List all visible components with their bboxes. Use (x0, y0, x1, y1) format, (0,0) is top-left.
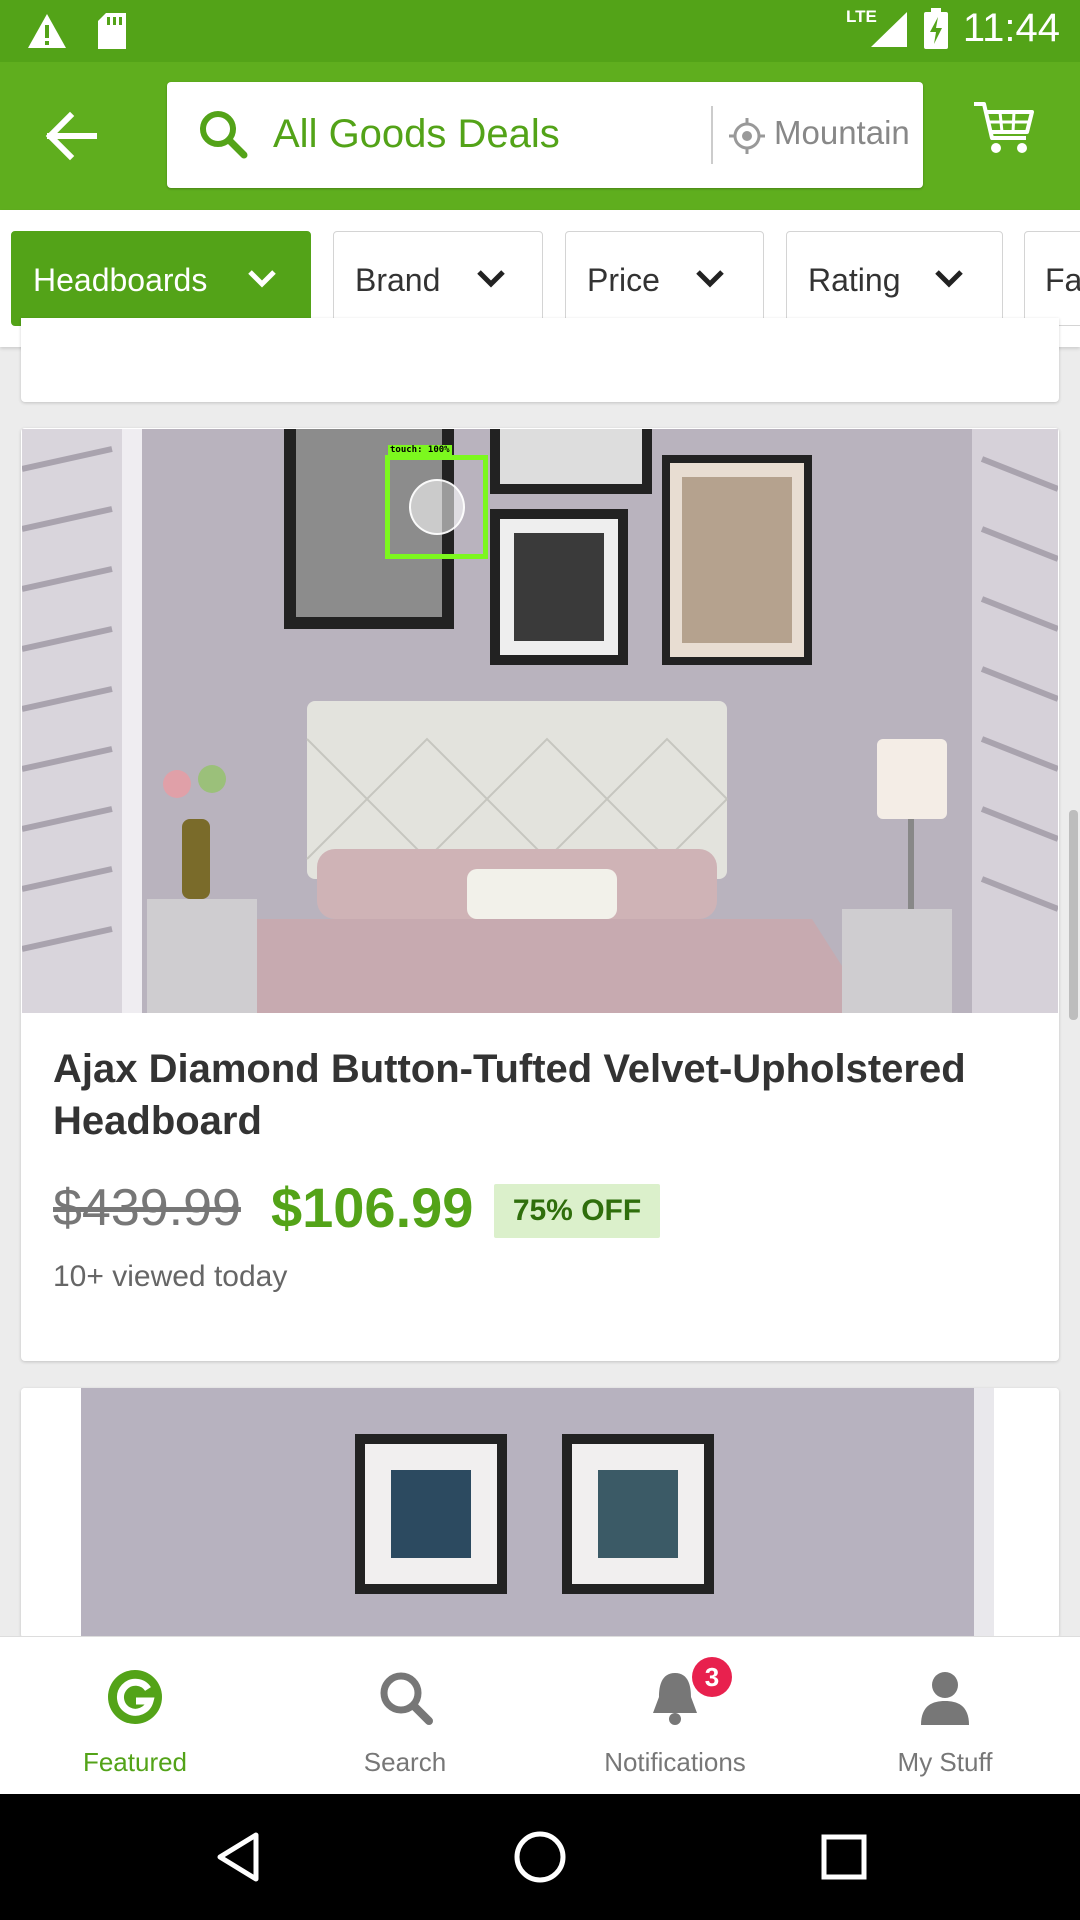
product-card[interactable]: Ajax Diamond Button-Tufted Velvet-Uphols… (21, 428, 1059, 1361)
filter-chip-headboards[interactable]: Headboards (11, 231, 311, 326)
battery-charging-icon (923, 7, 948, 49)
filter-chip-more[interactable]: Fa (1024, 231, 1080, 326)
chevron-down-icon (477, 270, 505, 288)
product-image[interactable] (21, 1388, 1059, 1638)
touch-circle (409, 479, 465, 535)
nav-label: Featured (82, 1747, 188, 1777)
chevron-down-icon (248, 270, 276, 288)
location-field[interactable]: Mountain (774, 114, 914, 152)
status-bar: LTE 11:44 (0, 0, 1080, 62)
bottom-nav: Featured Search 3 Notifications My Stuff (0, 1636, 1080, 1794)
location-icon (729, 118, 765, 154)
home-circle-icon[interactable] (510, 1827, 570, 1887)
arrow-left-icon (45, 111, 97, 161)
system-nav-bar (0, 1794, 1080, 1920)
clock: 11:44 (962, 6, 1060, 50)
search-divider (711, 106, 713, 164)
groupon-g-icon (108, 1670, 162, 1724)
sd-card-icon (98, 13, 126, 49)
nav-label: My Stuff (897, 1747, 993, 1777)
scrollbar[interactable] (1069, 810, 1078, 1020)
filter-chip-label: Brand (355, 262, 441, 298)
deal-price: $106.99 (271, 1176, 474, 1239)
filter-chip-price[interactable]: Price (565, 231, 764, 326)
cart-button[interactable] (972, 100, 1036, 163)
search-icon (380, 1672, 433, 1725)
app-header: All Goods Deals Mountain (0, 62, 1080, 210)
back-triangle-icon[interactable] (210, 1827, 270, 1887)
touch-indicator (385, 455, 488, 559)
product-title[interactable]: Ajax Diamond Button-Tufted Velvet-Uphols… (53, 1043, 1013, 1147)
nav-label: Notifications (604, 1747, 746, 1777)
recents-square-icon[interactable] (814, 1827, 874, 1887)
nav-search[interactable]: Search (270, 1637, 540, 1795)
touch-label: touch: 100% (388, 445, 452, 456)
filter-chip-label: Headboards (33, 262, 208, 298)
filter-chip-brand[interactable]: Brand (333, 231, 543, 326)
chevron-down-icon (696, 270, 724, 288)
cart-icon (974, 102, 1034, 153)
filter-chip-label: Price (587, 262, 660, 298)
back-button[interactable] (40, 106, 110, 166)
product-image[interactable] (22, 429, 1058, 1013)
filter-chip-label: Rating (808, 262, 901, 298)
nav-label: Search (363, 1747, 447, 1777)
previous-card[interactable] (21, 318, 1059, 402)
discount-badge: 75% OFF (494, 1184, 660, 1238)
original-price: $439.99 (53, 1179, 241, 1237)
person-icon (921, 1672, 969, 1725)
nav-notifications[interactable]: 3 Notifications (540, 1637, 810, 1795)
chevron-down-icon (935, 270, 963, 288)
search-bar[interactable]: All Goods Deals Mountain (167, 82, 923, 188)
search-query[interactable]: All Goods Deals (273, 112, 560, 157)
filter-chip-label: Fa (1045, 262, 1080, 298)
product-card[interactable] (21, 1388, 1059, 1638)
nav-featured[interactable]: Featured (0, 1637, 270, 1795)
nav-my-stuff[interactable]: My Stuff (810, 1637, 1080, 1795)
search-icon (200, 111, 248, 159)
filter-chip-rating[interactable]: Rating (786, 231, 1003, 326)
notification-badge: 3 (692, 1657, 732, 1697)
view-count: 10+ viewed today (53, 1260, 288, 1293)
network-type: LTE (846, 6, 877, 26)
warning-icon (28, 14, 66, 48)
